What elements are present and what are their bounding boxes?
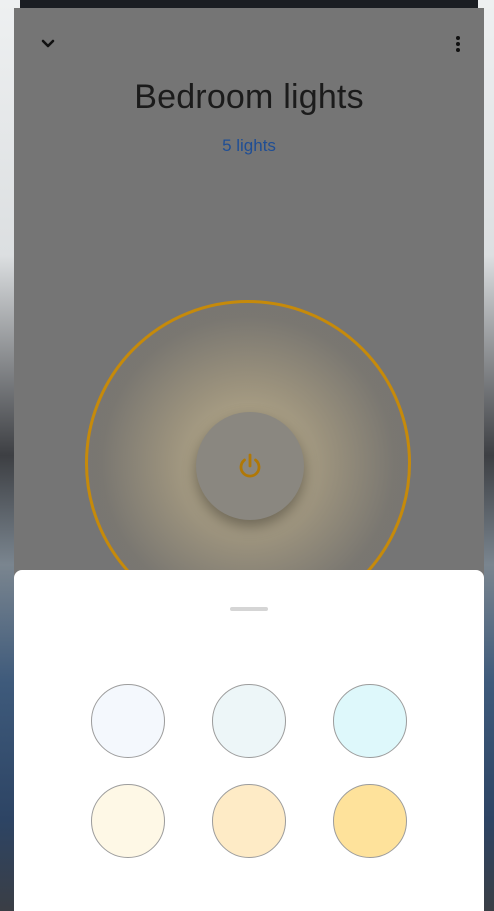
color-swatch[interactable]: [91, 784, 165, 858]
color-bottom-sheet: [14, 570, 484, 911]
sheet-drag-handle[interactable]: [230, 607, 268, 611]
power-icon: [239, 453, 261, 478]
color-swatch[interactable]: [212, 784, 286, 858]
more-options-button[interactable]: [446, 30, 470, 58]
more-vert-icon: [456, 36, 460, 52]
top-bar: [14, 8, 484, 78]
color-swatch[interactable]: [333, 684, 407, 758]
color-swatch[interactable]: [91, 684, 165, 758]
power-button[interactable]: [196, 412, 304, 520]
light-control-screen: Bedroom lights 5 lights: [14, 8, 484, 911]
chevron-down-icon: [41, 39, 55, 48]
lights-count-link[interactable]: 5 lights: [14, 136, 484, 156]
collapse-button[interactable]: [34, 30, 62, 58]
page-title: Bedroom lights: [134, 78, 364, 116]
color-swatch[interactable]: [212, 684, 286, 758]
color-swatch[interactable]: [333, 784, 407, 858]
